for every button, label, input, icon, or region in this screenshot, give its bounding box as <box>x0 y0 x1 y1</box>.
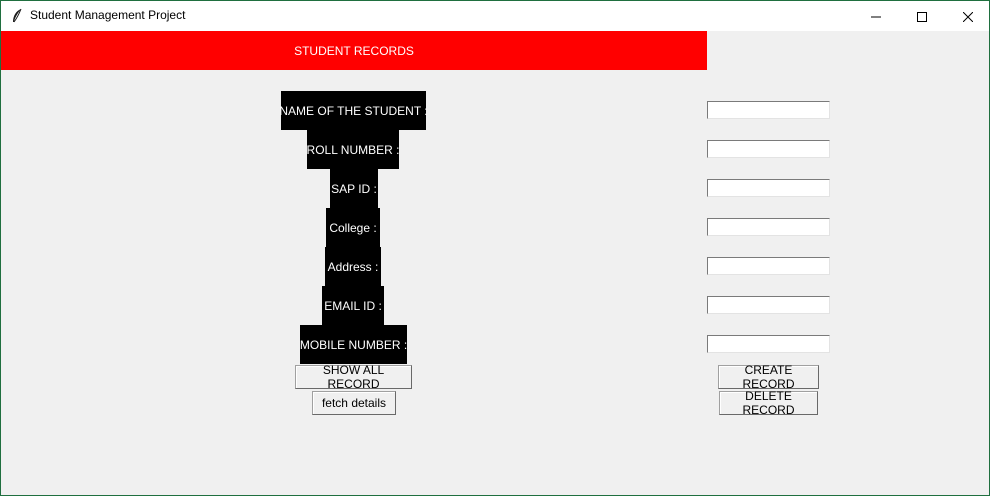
label-roll-number: ROLL NUMBER : <box>307 130 399 169</box>
show-all-record-button[interactable]: SHOW ALL RECORD <box>295 363 412 391</box>
fetch-details-button[interactable]: fetch details <box>312 391 396 415</box>
label-mobile-number: MOBILE NUMBER : <box>300 325 407 364</box>
app-window: Student Management Project STUDENT RECOR… <box>0 0 990 496</box>
label-text: ROLL NUMBER : <box>306 142 400 157</box>
label-email-id: EMAIL ID : <box>322 286 384 325</box>
header-title: STUDENT RECORDS <box>294 43 414 58</box>
label-sap-id: SAP ID : <box>330 169 378 208</box>
label-college: College : <box>326 208 380 247</box>
label-address: Address : <box>325 247 381 286</box>
roll-number-input[interactable] <box>707 140 830 158</box>
minimize-button[interactable] <box>853 1 899 31</box>
address-input[interactable] <box>707 257 830 275</box>
college-input[interactable] <box>707 218 830 236</box>
label-text: MOBILE NUMBER : <box>299 337 408 352</box>
label-text: Address : <box>327 259 379 274</box>
email-id-input[interactable] <box>707 296 830 314</box>
label-text: SAP ID : <box>331 181 377 196</box>
delete-record-button[interactable]: DELETE RECORD <box>719 389 818 417</box>
label-student-name: NAME OF THE STUDENT : <box>279 91 428 130</box>
student-name-input[interactable] <box>707 101 830 119</box>
minimize-icon <box>871 7 881 26</box>
header-banner: STUDENT RECORDS <box>1 31 707 70</box>
window-title: Student Management Project <box>30 8 186 22</box>
title-bar[interactable]: Student Management Project <box>1 1 989 31</box>
close-button[interactable] <box>945 1 989 31</box>
sap-id-input[interactable] <box>707 179 830 197</box>
label-text: EMAIL ID : <box>324 298 382 313</box>
label-text: NAME OF THE STUDENT : <box>279 103 428 118</box>
label-text: College : <box>329 220 377 235</box>
close-icon <box>962 7 974 26</box>
feather-icon <box>10 8 24 24</box>
maximize-button[interactable] <box>899 1 945 31</box>
maximize-icon <box>917 7 927 26</box>
mobile-number-input[interactable] <box>707 335 830 353</box>
create-record-button[interactable]: CREATE RECORD <box>718 363 819 391</box>
